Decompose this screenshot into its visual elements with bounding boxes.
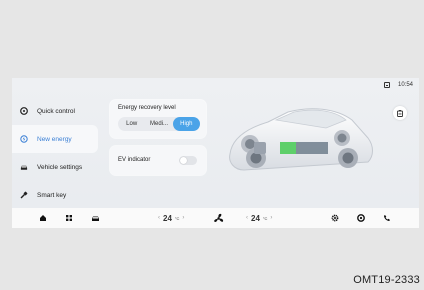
option-medium[interactable]: Medi... xyxy=(145,117,172,131)
sidebar-item-label: Quick control xyxy=(37,107,75,115)
sidebar-item-quick-control[interactable]: Quick control xyxy=(12,97,98,125)
right-temp-value: 24 xyxy=(251,213,260,223)
sidebar-item-label: New energy xyxy=(37,135,72,143)
left-temp-value: 24 xyxy=(163,213,172,223)
temp-increase-left[interactable]: › xyxy=(182,215,184,221)
vehicle-illustration xyxy=(229,108,373,171)
car-icon xyxy=(20,163,28,171)
sidebar-item-new-energy[interactable]: New energy xyxy=(12,125,98,153)
left-temperature: ‹ 24 °C › xyxy=(158,214,184,223)
apps-icon[interactable] xyxy=(64,213,74,223)
right-temp-unit: °C xyxy=(262,215,268,221)
figure-caption: OMT19-2333 xyxy=(353,274,420,286)
car-icon[interactable] xyxy=(90,213,100,223)
bottom-dock: ‹ 24 °C › ‹ 24 °C › xyxy=(12,208,419,228)
toggle-knob xyxy=(180,157,187,164)
right-temperature: ‹ 24 °C › xyxy=(246,214,272,223)
sidebar-item-label: Vehicle settings xyxy=(37,163,83,171)
ev-indicator-label: EV indicator xyxy=(118,157,151,163)
battery-info-button[interactable] xyxy=(393,106,407,120)
battery-icon xyxy=(397,109,403,117)
left-temp-unit: °C xyxy=(174,215,180,221)
clock: 10:54 xyxy=(397,82,413,88)
sidebar-item-smart-key[interactable]: Smart key xyxy=(12,181,98,209)
sidebar-item-vehicle-settings[interactable]: Vehicle settings xyxy=(12,153,98,181)
infotainment-screen: 10:54 Quick control New energy Vehicle s… xyxy=(12,78,419,228)
phone-icon[interactable] xyxy=(382,213,392,223)
settings-icon[interactable] xyxy=(330,213,340,223)
camera-icon[interactable] xyxy=(356,213,366,223)
option-high[interactable]: High xyxy=(172,117,200,131)
temp-decrease-left[interactable]: ‹ xyxy=(158,215,160,221)
steering-wheel-icon xyxy=(20,107,28,115)
temp-increase-right[interactable]: › xyxy=(270,215,272,221)
fan-icon[interactable] xyxy=(212,212,224,224)
energy-icon xyxy=(20,135,28,143)
temp-decrease-right[interactable]: ‹ xyxy=(246,215,248,221)
sidebar: Quick control New energy Vehicle setting… xyxy=(12,97,98,209)
energy-recovery-title: Energy recovery level xyxy=(118,105,176,111)
battery-icon xyxy=(383,82,390,88)
energy-recovery-card: Energy recovery level Low Medi... High xyxy=(110,100,206,138)
home-icon[interactable] xyxy=(38,213,48,223)
energy-recovery-selector: Low Medi... High xyxy=(118,117,200,131)
ev-indicator-card: EV indicator xyxy=(110,146,206,175)
option-low[interactable]: Low xyxy=(118,117,145,131)
status-bar: 10:54 xyxy=(383,82,413,88)
sidebar-item-label: Smart key xyxy=(37,191,67,199)
ev-indicator-toggle[interactable] xyxy=(179,156,197,165)
key-icon xyxy=(20,191,28,199)
